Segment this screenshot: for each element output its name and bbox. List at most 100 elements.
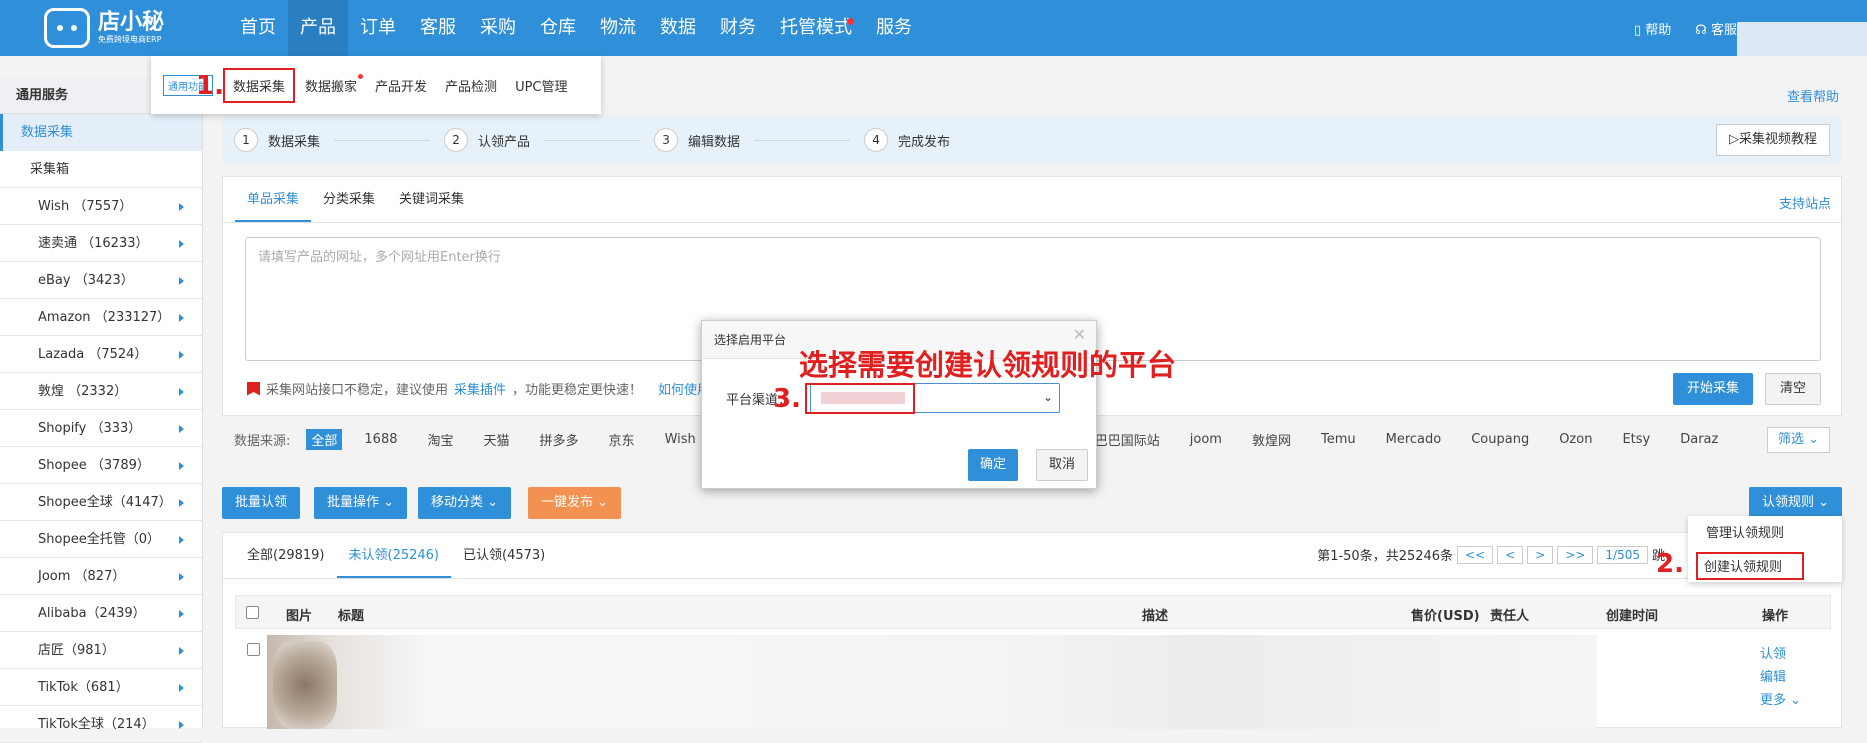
sidebar-item-amazon[interactable]: Amazon （233127） [0, 299, 202, 336]
one-click-publish-button[interactable]: 一键发布 ⌄ [528, 487, 622, 519]
step-connector [544, 139, 641, 141]
sidebar-item-label: Amazon （233127） [38, 310, 171, 325]
step-label: 数据采集 [268, 134, 321, 150]
submenu-data-collect[interactable]: 数据采集 [223, 67, 296, 103]
chevron-right-icon [179, 351, 184, 359]
collect-tabs: 单品采集 分类采集 关键词采集 [223, 177, 1841, 223]
chevron-right-icon [179, 388, 184, 396]
cancel-button[interactable]: 取消 [1036, 449, 1089, 481]
filter-label: 筛选 [1777, 432, 1804, 447]
nav-order[interactable]: 订单 [348, 0, 408, 56]
nav-finance[interactable]: 财务 [708, 0, 768, 56]
source-joom[interactable]: joom [1190, 432, 1222, 447]
batch-claim-button[interactable]: 批量认领 [222, 487, 301, 519]
help-link[interactable]: ▯ 帮助 [1634, 19, 1671, 38]
batch-operations-button[interactable]: 批量操作 ⌄ [314, 487, 408, 519]
source-tmall[interactable]: 天猫 [484, 430, 510, 449]
tab-single-collect[interactable]: 单品采集 [235, 177, 312, 222]
tab-keyword-collect[interactable]: 关键词采集 [387, 177, 476, 222]
submenu-product-dev[interactable]: 产品开发 [367, 70, 435, 101]
source-etsy[interactable]: Etsy [1622, 432, 1650, 447]
nav-warehouse[interactable]: 仓库 [528, 0, 588, 56]
start-collect-button[interactable]: 开始采集 [1672, 373, 1753, 405]
sidebar-item-tiktok[interactable]: TikTok（681） [0, 669, 202, 706]
select-all-checkbox[interactable] [246, 606, 259, 619]
sidebar-item-shopify[interactable]: Shopify （333） [0, 410, 202, 447]
headset-icon: ☊ [1695, 22, 1711, 38]
video-tutorial-button[interactable]: ▷采集视频教程 [1715, 124, 1830, 156]
sidebar-item-wish[interactable]: Wish （7557） [0, 188, 202, 225]
confirm-button[interactable]: 确定 [968, 449, 1019, 481]
prev-page-button[interactable]: < [1497, 545, 1524, 564]
sidebar-item-shopee-managed[interactable]: Shopee全托管（0） [0, 521, 202, 558]
nav-service[interactable]: 服务 [864, 0, 924, 56]
view-help-link[interactable]: 查看帮助 [1787, 86, 1839, 105]
tab-all[interactable]: 全部(29819) [235, 533, 337, 578]
user-account-box[interactable] [1737, 22, 1867, 56]
sidebar-item-tiktok-global[interactable]: TikTok全球（214） [0, 706, 202, 743]
nav-data[interactable]: 数据 [648, 0, 708, 56]
source-jd[interactable]: 京东 [609, 430, 635, 449]
source-taobao[interactable]: 淘宝 [428, 430, 454, 449]
submenu-upc[interactable]: UPC管理 [507, 70, 575, 101]
sidebar-item-shopee[interactable]: Shopee （3789） [0, 447, 202, 484]
create-claim-rule-item[interactable]: 创建认领规则 [1696, 552, 1804, 580]
logo[interactable]: 店小秘 免费跨境电商ERP [44, 6, 174, 50]
move-category-button[interactable]: 移动分类 ⌄ [418, 487, 512, 519]
submenu-data-move[interactable]: 数据搬家 [297, 70, 365, 101]
nav-hosting-mode[interactable]: 托管模式 [768, 0, 864, 56]
claim-rules-button[interactable]: 认领规则 ⌄ [1748, 487, 1842, 519]
sidebar-item-data-collect[interactable]: 数据采集 [0, 114, 202, 151]
service-link[interactable]: ☊ 客服 [1695, 19, 1737, 38]
next-page-button[interactable]: > [1527, 545, 1554, 564]
sidebar-item-collect-box[interactable]: 采集箱 [0, 151, 202, 188]
step-number: 3 [654, 128, 679, 152]
product-thumbnail[interactable] [273, 641, 337, 729]
nav-purchase[interactable]: 采购 [468, 0, 528, 56]
first-page-button[interactable]: << [1457, 545, 1494, 564]
source-pinduoduo[interactable]: 拼多多 [540, 430, 579, 449]
tab-claimed[interactable]: 已认领(4573) [451, 533, 557, 578]
sidebar-item-shopee-global[interactable]: Shopee全球（4147） [0, 484, 202, 521]
sidebar-item-dhgate[interactable]: 敦煌 （2332） [0, 373, 202, 410]
claim-link[interactable]: 认领 [1760, 643, 1801, 662]
sidebar-item-label: Shopee全球（4147） [38, 495, 172, 510]
tab-unclaimed[interactable]: 未认领(25246) [336, 533, 451, 578]
source-1688[interactable]: 1688 [364, 432, 397, 447]
submenu-product-check[interactable]: 产品检测 [437, 70, 505, 101]
tab-category-collect[interactable]: 分类采集 [311, 177, 387, 222]
sidebar-item-aliexpress[interactable]: 速卖通 （16233） [0, 225, 202, 262]
source-coupang[interactable]: Coupang [1471, 432, 1529, 447]
nav-logistics[interactable]: 物流 [588, 0, 648, 56]
nav-home[interactable]: 首页 [228, 0, 288, 56]
source-daraz[interactable]: Daraz [1680, 432, 1718, 447]
row-checkbox[interactable] [247, 643, 260, 656]
sidebar-item-joom[interactable]: Joom （827） [0, 558, 202, 595]
source-all[interactable]: 全部 [306, 428, 343, 450]
source-ozon[interactable]: Ozon [1559, 432, 1592, 447]
col-actions: 操作 [1762, 609, 1789, 624]
sidebar-item-alibaba[interactable]: Alibaba（2439） [0, 595, 202, 632]
nav-product[interactable]: 产品 [288, 0, 348, 56]
sidebar-item-shoplazza[interactable]: 店匠（981） [0, 632, 202, 669]
nav-customer-service[interactable]: 客服 [408, 0, 468, 56]
source-wish[interactable]: Wish [665, 432, 696, 447]
clear-button[interactable]: 清空 [1764, 373, 1821, 405]
more-link[interactable]: 更多 ⌄ [1760, 689, 1801, 708]
manage-claim-rules-item[interactable]: 管理认领规则 [1688, 520, 1842, 548]
col-title: 标题 [338, 609, 365, 624]
source-dhgate[interactable]: 敦煌网 [1252, 430, 1291, 449]
sidebar-item-ebay[interactable]: eBay （3423） [0, 262, 202, 299]
sidebar-item-lazada[interactable]: Lazada （7524） [0, 336, 202, 373]
edit-link[interactable]: 编辑 [1760, 666, 1801, 685]
chevron-right-icon [179, 277, 184, 285]
plugin-link[interactable]: 采集插件 [454, 379, 506, 398]
last-page-button[interactable]: >> [1557, 545, 1594, 564]
col-created-time: 创建时间 [1606, 609, 1659, 624]
source-temu[interactable]: Temu [1321, 432, 1356, 447]
source-mercado[interactable]: Mercado [1386, 432, 1442, 447]
table-header: 图片 标题 描述 售价(USD) 责任人 创建时间 操作 [235, 595, 1831, 629]
page-indicator[interactable]: 1/505 [1597, 545, 1648, 564]
filter-dropdown[interactable]: 筛选 ⌄ [1766, 427, 1830, 453]
supported-sites-link[interactable]: 支持站点 [1779, 193, 1831, 212]
